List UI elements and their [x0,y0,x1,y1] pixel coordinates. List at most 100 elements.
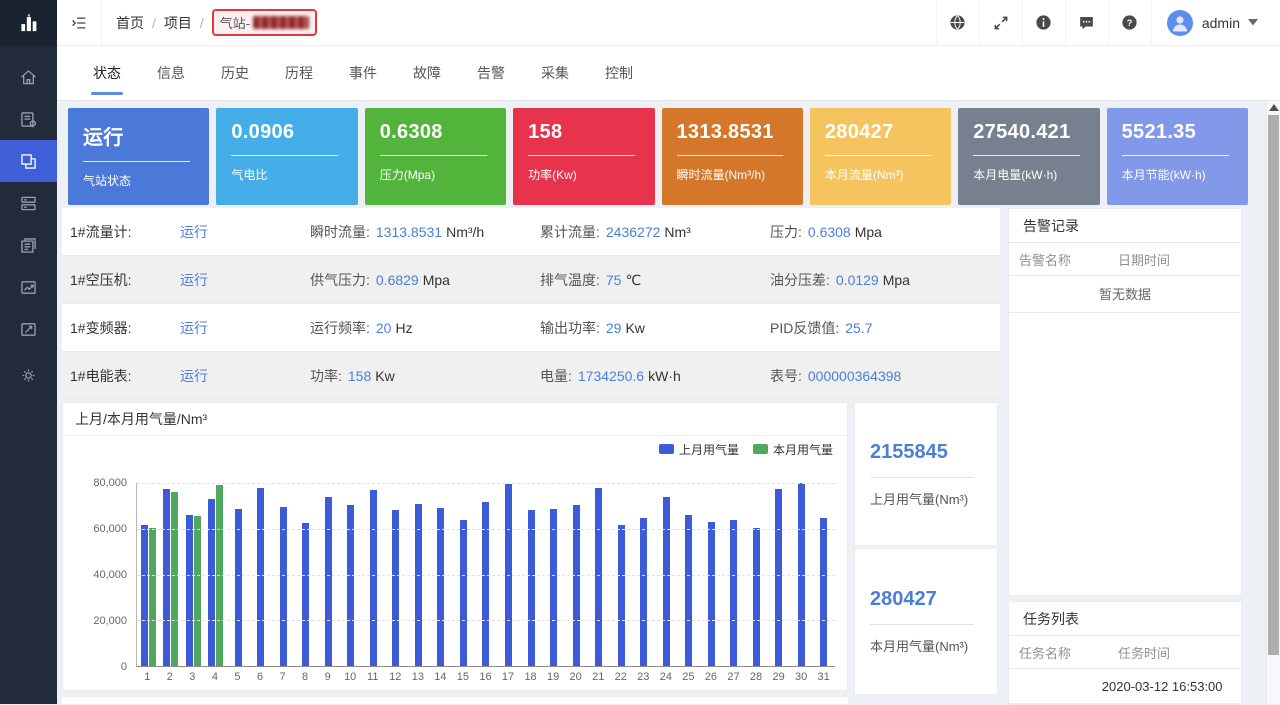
y-axis-tick: 60,000 [63,523,127,535]
device-row-1: 1#空压机:运行供气压力:0.6829Mpa排气温度:75℃油分压差:0.012… [62,256,1000,304]
x-axis-tick: 2 [159,671,182,683]
tab-4[interactable]: 事件 [331,46,395,100]
y-axis-tick: 80,000 [63,477,127,489]
tab-6[interactable]: 告警 [459,46,523,100]
last-month-usage-value: 2155845 [870,441,997,464]
bar-上月用气量 [528,510,535,666]
field-value: 0.6829 [376,272,419,288]
sidebar-item-reports[interactable] [0,224,57,266]
breadcrumb-station-tag: 气站- [212,9,317,36]
tab-1[interactable]: 信息 [139,46,203,100]
sidebar-item-settings[interactable] [0,354,57,396]
legend-item-1[interactable]: 本月用气量 [753,441,833,458]
settings-icon [18,365,39,386]
y-axis-tick: 0 [63,661,127,673]
stat-card-label: 本月节能(kW·h) [1122,166,1233,183]
stat-card-6: 27540.421本月电量(kW·h) [958,108,1099,205]
sidebar-item-home[interactable] [0,56,57,98]
bar-上月用气量 [708,522,715,666]
field-label: 排气温度: [540,272,600,288]
stat-card-value: 1313.8531 [677,121,788,144]
x-axis-tick: 17 [497,671,520,683]
x-axis-tick: 31 [812,671,835,683]
task-panel-title: 任务列表 [1009,602,1241,636]
help-icon: ? [1120,13,1139,32]
task-col-name: 任务名称 [1009,643,1118,662]
sidebar-item-config[interactable] [0,98,57,140]
bar-上月用气量 [325,497,332,666]
field-label: 运行频率: [310,320,370,336]
divider [1122,155,1229,156]
tab-2[interactable]: 历史 [203,46,267,100]
x-axis-tick: 10 [339,671,362,683]
sidebar-item-plan[interactable] [0,308,57,350]
help-button[interactable]: ? [1108,0,1151,45]
bar-上月用气量 [618,525,625,666]
field-label: 表号: [770,368,802,384]
divider [677,155,784,156]
field-label: 压力: [770,224,802,240]
tab-3[interactable]: 历程 [267,46,331,100]
task-col-time: 任务时间 [1118,643,1241,662]
x-axis-tick: 13 [407,671,430,683]
alarm-panel-title: 告警记录 [1009,209,1241,243]
tab-5[interactable]: 故障 [395,46,459,100]
task-table-header: 任务名称 任务时间 [1009,636,1241,669]
language-button[interactable] [936,0,979,45]
x-axis-tick: 4 [204,671,227,683]
stat-card-1: 0.0906气电比 [216,108,357,205]
device-name: 1#空压机: [70,270,180,290]
user-menu[interactable]: admin [1151,0,1280,45]
field-value: 1734250.6 [578,368,644,384]
field-unit: Mpa [855,224,882,240]
sidebar-item-monitor[interactable] [0,140,57,182]
sidebar-item-devices[interactable] [0,182,57,224]
this-month-usage-label: 本月用气量(Nm³) [870,636,997,655]
app-logo[interactable] [0,0,57,46]
breadcrumb-home[interactable]: 首页 [116,13,144,33]
device-name: 1#变频器: [70,318,180,338]
device-field: 压力:0.6308Mpa [770,222,1000,242]
x-axis-tick: 21 [587,671,610,683]
x-axis-tick: 29 [767,671,790,683]
field-value: 0.0129 [836,272,879,288]
sidebar [0,0,57,704]
scrollbar-up-arrow[interactable] [1269,104,1279,111]
grid-line [137,483,835,484]
x-axis-tick: 24 [655,671,678,683]
message-button[interactable] [1065,0,1108,45]
device-field: 供气压力:0.6829Mpa [310,270,540,290]
field-label: 功率: [310,368,342,384]
scrollbar-thumb[interactable] [1268,115,1279,655]
legend-item-0[interactable]: 上月用气量 [659,441,739,458]
bar-上月用气量 [820,518,827,666]
tab-8[interactable]: 控制 [587,46,651,100]
logo-icon [16,10,42,36]
device-field: 累计流量:2436272Nm³ [540,222,770,242]
stat-card-3: 158功率(Kw) [513,108,654,205]
field-value: 20 [376,320,392,336]
divider [973,155,1080,156]
task-row[interactable]: 2020-03-12 16:53:00 [1009,669,1241,705]
bar-上月用气量 [460,520,467,666]
bar-上月用气量 [730,520,737,666]
breadcrumb-project[interactable]: 项目 [164,13,192,33]
tab-0[interactable]: 状态 [75,46,139,100]
sidebar-collapse-button[interactable] [57,0,101,45]
grid-line [137,620,835,621]
bar-本月用气量 [149,528,156,666]
bar-上月用气量 [235,509,242,666]
chart-title: 上月/本月用气量/Nm³ [63,403,847,436]
divider [528,155,635,156]
chart-body: 1234567891011121314151617181920212223242… [63,462,847,688]
stat-card-5: 280427本月流量(Nm³) [810,108,951,205]
info-button[interactable] [1022,0,1065,45]
sidebar-item-trend[interactable] [0,266,57,308]
field-value: 29 [606,320,622,336]
stat-card-value: 0.0906 [231,121,342,144]
tab-7[interactable]: 采集 [523,46,587,100]
bar-上月用气量 [163,489,170,666]
stat-card-7: 5521.35本月节能(kW·h) [1107,108,1248,205]
device-field: PID反馈值:25.7 [770,318,1000,338]
fullscreen-button[interactable] [979,0,1022,45]
